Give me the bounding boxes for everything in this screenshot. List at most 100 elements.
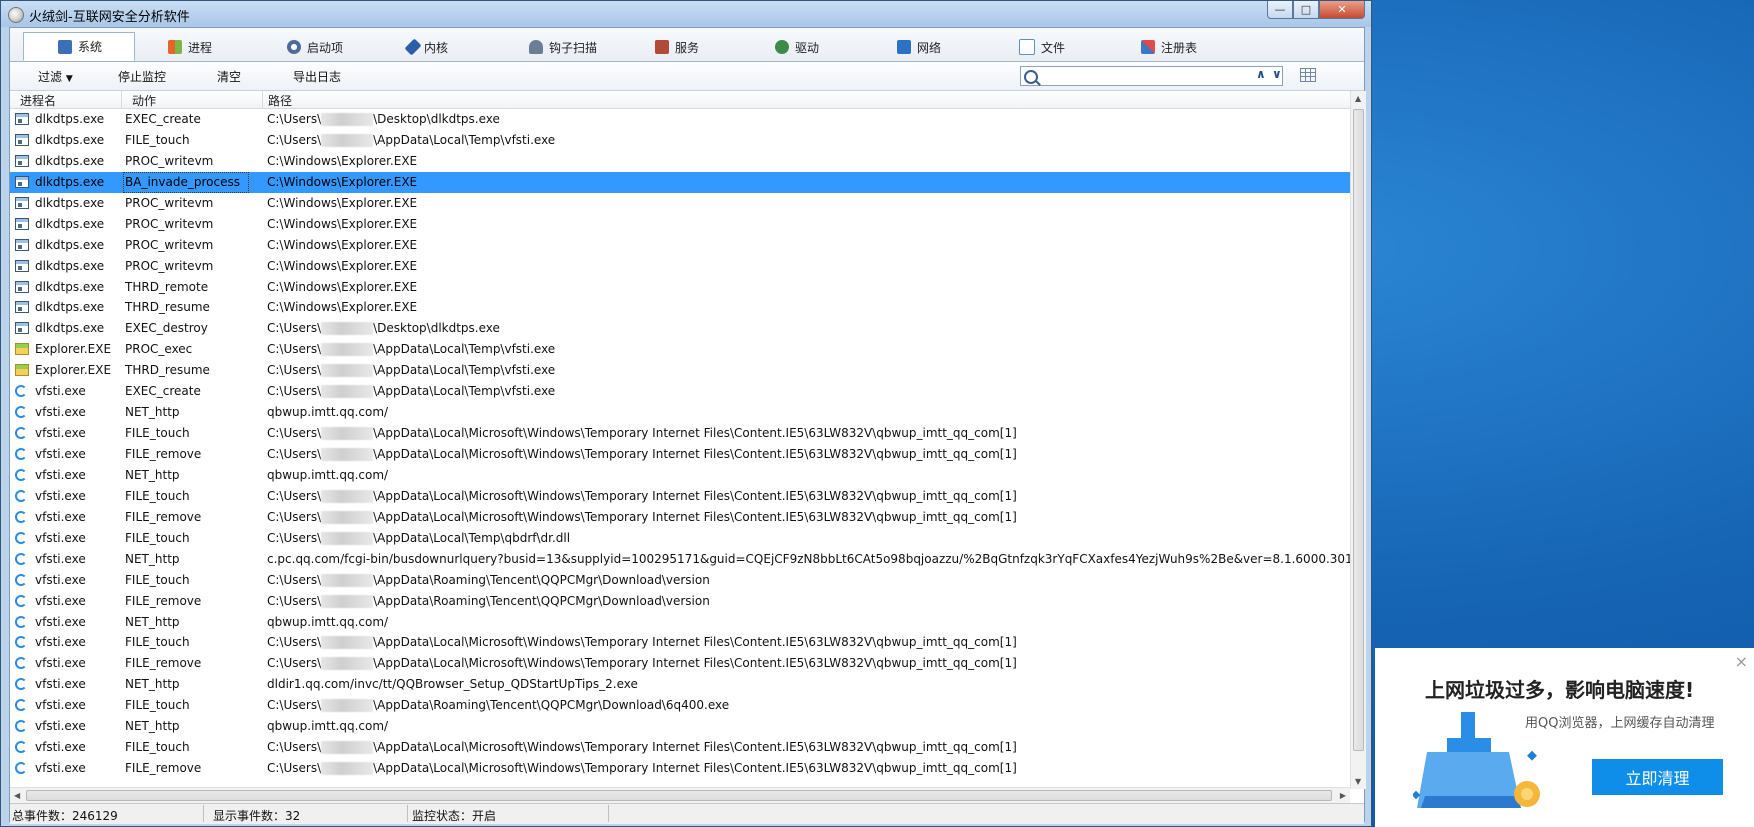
table-row[interactable]: vfsti.exe FILE_touch C:\Users\ \AppData\Roa… <box>10 570 1350 591</box>
minimize-button[interactable]: — <box>1267 1 1293 19</box>
status-divider <box>608 805 609 822</box>
search-prev-button[interactable]: ∧ <box>1256 67 1266 81</box>
path-cell: dldir1.qq.com/invc/tt/QQBrowser_Setup_QD… <box>267 674 638 695</box>
tab-file[interactable]: 文件 <box>985 34 1097 60</box>
path-cell: C:\Windows\Explorer.EXE <box>267 151 417 172</box>
path-cell: C:\Users\ \AppData\Local\Microsoft\Window… <box>267 444 1017 465</box>
table-row[interactable]: dlkdtps.exe FILE_touch C:\Users\ \AppData\L… <box>10 130 1350 151</box>
path-segment: \AppData\Roaming\Tencent\QQPCMgr\Downloa… <box>373 593 710 608</box>
scroll-up-icon[interactable]: ▲ <box>1355 94 1361 103</box>
title-bar[interactable]: 火绒剑-互联网安全分析软件 — □ ✕ <box>1 1 1371 27</box>
table-row[interactable]: vfsti.exe NET_http qbwup.imtt.qq.com/ <box>10 716 1350 737</box>
path-cell: C:\Windows\Explorer.EXE <box>267 214 417 235</box>
stop-monitor-button[interactable]: 停止监控 <box>118 68 166 85</box>
table-row[interactable]: vfsti.exe NET_http c.pc.qq.com/fcgi-bin/bu… <box>10 549 1350 570</box>
table-row[interactable]: Explorer.EXE THRD_resume C:\Users\ \AppData… <box>10 360 1350 381</box>
table-row[interactable]: vfsti.exe FILE_touch C:\Users\ \AppData\Roa… <box>10 695 1350 716</box>
table-row[interactable]: vfsti.exe FILE_remove C:\Users\ \AppData\Lo… <box>10 507 1350 528</box>
column-header-process[interactable]: 进程名 <box>20 92 56 109</box>
filter-dropdown[interactable]: 过滤 ▼ <box>38 68 73 85</box>
search-input[interactable] <box>1020 66 1283 86</box>
column-header-action[interactable]: 动作 <box>132 92 156 109</box>
table-row[interactable]: vfsti.exe FILE_remove C:\Users\ \AppData\Lo… <box>10 758 1350 779</box>
column-divider[interactable] <box>262 91 263 108</box>
column-header-path[interactable]: 路径 <box>268 92 292 109</box>
tab-hook-scan[interactable]: 钩子扫描 <box>495 34 607 60</box>
tab-system[interactable]: 系统 <box>23 32 135 61</box>
table-row[interactable]: dlkdtps.exe EXEC_destroy C:\Users\ \Desktop… <box>10 318 1350 339</box>
tab-kernel[interactable]: 内核 <box>374 34 486 60</box>
path-cell: C:\Users\ \Desktop\dlkdtps.exe <box>267 109 500 130</box>
table-row[interactable]: dlkdtps.exe PROC_writevm C:\Windows\Explor… <box>10 193 1350 214</box>
path-cell: C:\Windows\Explorer.EXE <box>267 193 417 214</box>
action-cell: FILE_touch <box>125 740 190 755</box>
table-row[interactable]: Explorer.EXE PROC_exec C:\Users\ \AppData\L… <box>10 339 1350 360</box>
table-row[interactable]: dlkdtps.exe BA_invade_process C:\Windows\E… <box>10 171 1350 193</box>
table-row[interactable]: vfsti.exe NET_http qbwup.imtt.qq.com/ <box>10 402 1350 423</box>
process-name-cell: dlkdtps.exe <box>35 174 105 189</box>
path-cell: C:\Users\ \AppData\Local\Temp\vfsti.exe <box>267 339 555 360</box>
table-row[interactable]: vfsti.exe FILE_touch C:\Users\ \AppData\Loc… <box>10 737 1350 758</box>
vfsti-process-icon <box>15 448 27 460</box>
path-segment: C:\Users\ <box>267 384 322 399</box>
column-divider[interactable] <box>121 91 122 108</box>
path-cell: C:\Users\ \AppData\Local\Temp\vfsti.exe <box>267 360 555 381</box>
path-segment: C:\Users\ <box>267 593 322 608</box>
column-settings-icon[interactable] <box>1300 68 1316 82</box>
clear-button[interactable]: 清空 <box>217 68 241 85</box>
clean-now-button[interactable]: 立即清理 <box>1592 759 1723 795</box>
table-row[interactable]: vfsti.exe FILE_remove C:\Users\ \AppData\Lo… <box>10 444 1350 465</box>
table-row[interactable]: vfsti.exe EXEC_create C:\Users\ \AppData\Lo… <box>10 381 1350 402</box>
path-cell: C:\Users\ \AppData\Local\Microsoft\Window… <box>267 507 1017 528</box>
table-row[interactable]: dlkdtps.exe PROC_writevm C:\Windows\Explor… <box>10 214 1350 235</box>
table-row[interactable]: vfsti.exe NET_http dldir1.qq.com/invc/tt/Q… <box>10 674 1350 695</box>
table-row[interactable]: dlkdtps.exe THRD_remote C:\Windows\Explore… <box>10 277 1350 298</box>
executable-icon <box>15 154 29 167</box>
maximize-button[interactable]: □ <box>1293 1 1319 19</box>
table-row[interactable]: dlkdtps.exe THRD_resume C:\Windows\Explore… <box>10 297 1350 318</box>
path-segment: C:\Users\ <box>267 132 322 147</box>
close-button[interactable]: ✕ <box>1319 1 1365 19</box>
table-row[interactable]: vfsti.exe FILE_touch C:\Users\ \AppData\Loc… <box>10 632 1350 653</box>
scroll-left-icon[interactable]: ◀ <box>14 791 20 800</box>
path-cell: C:\Users\ \AppData\Roaming\Tencent\QQPCMg… <box>267 570 710 591</box>
tab-process[interactable]: 进程 <box>134 34 246 60</box>
table-row[interactable]: vfsti.exe FILE_remove C:\Users\ \AppData\Ro… <box>10 591 1350 612</box>
table-row[interactable]: vfsti.exe NET_http qbwup.imtt.qq.com/ <box>10 465 1350 486</box>
horizontal-scroll-thumb[interactable] <box>26 790 1332 801</box>
tab-service[interactable]: 服务 <box>621 34 733 60</box>
scroll-right-icon[interactable]: ▶ <box>1340 791 1346 800</box>
table-row[interactable]: vfsti.exe FILE_touch C:\Users\ \AppData\Loc… <box>10 423 1350 444</box>
horizontal-scrollbar[interactable]: ◀ ▶ <box>10 787 1350 803</box>
tab-registry[interactable]: 注册表 <box>1107 34 1219 60</box>
path-segment: C:\Windows\Explorer.EXE <box>267 279 418 294</box>
export-log-button[interactable]: 导出日志 <box>293 68 341 85</box>
event-table: 进程名 动作 路径 dlkdtps.exe EXEC_create C:\Users… <box>10 91 1350 787</box>
scroll-down-icon[interactable]: ▼ <box>1355 777 1361 786</box>
tab-driver[interactable]: 驱动 <box>741 34 853 60</box>
path-segment: C:\Users\ <box>267 488 322 503</box>
vertical-scrollbar[interactable]: ▲ ▼ <box>1350 91 1366 789</box>
popup-close-button[interactable]: × <box>1735 652 1748 671</box>
path-segment: C:\Users\ <box>267 112 322 126</box>
tab-network[interactable]: 网络 <box>863 34 975 60</box>
vertical-scroll-thumb[interactable] <box>1353 109 1364 751</box>
search-next-button[interactable]: ∨ <box>1272 67 1282 81</box>
tab-label: 启动项 <box>307 40 344 55</box>
table-row[interactable]: dlkdtps.exe PROC_writevm C:\Windows\Explor… <box>10 256 1350 277</box>
table-row[interactable]: vfsti.exe FILE_remove C:\Users\ \AppData\Lo… <box>10 653 1350 674</box>
path-cell: C:\Users\ \AppData\Local\Temp\vfsti.exe <box>267 381 555 402</box>
table-row[interactable]: vfsti.exe FILE_touch C:\Users\ \AppData\Loc… <box>10 528 1350 549</box>
table-row[interactable]: dlkdtps.exe EXEC_create C:\Users\ \Desktop\… <box>10 109 1350 130</box>
path-segment: C:\Users\ <box>267 740 322 755</box>
redacted-username <box>321 113 374 126</box>
table-row[interactable]: vfsti.exe NET_http qbwup.imtt.qq.com/ <box>10 612 1350 633</box>
executable-icon <box>15 322 29 335</box>
process-name-cell: dlkdtps.exe <box>35 321 105 336</box>
table-row[interactable]: dlkdtps.exe PROC_writevm C:\Windows\Explor… <box>10 151 1350 172</box>
table-row[interactable]: dlkdtps.exe PROC_writevm C:\Windows\Explor… <box>10 235 1350 256</box>
path-segment: \AppData\Local\Temp\vfsti.exe <box>373 363 556 378</box>
tab-startup[interactable]: 启动项 <box>253 34 365 60</box>
process-name-cell: vfsti.exe <box>35 740 86 755</box>
table-row[interactable]: vfsti.exe FILE_touch C:\Users\ \AppData\Loc… <box>10 486 1350 507</box>
